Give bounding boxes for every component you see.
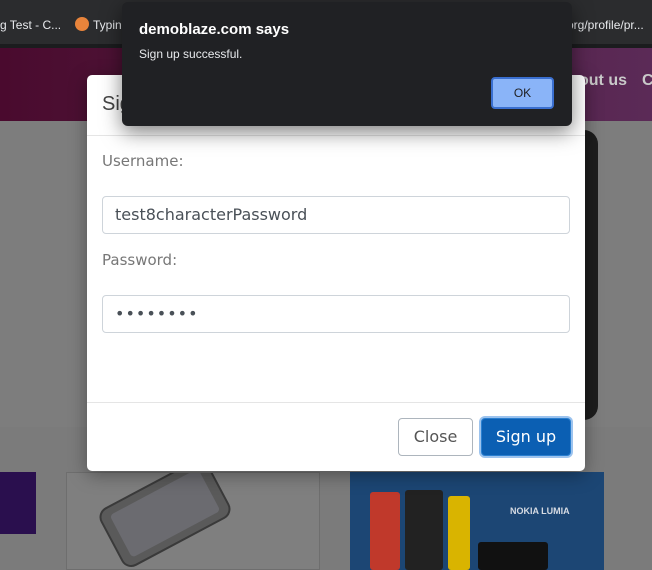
bookmark-item[interactable]: g Test - C... [0, 18, 61, 32]
alert-title: demoblaze.com says [139, 21, 290, 38]
nav-about-link[interactable]: out us [579, 72, 627, 90]
username-label: Username: [102, 152, 184, 170]
alert-dialog: demoblaze.com says Sign up successful. O… [122, 2, 572, 126]
close-button[interactable]: Close [398, 418, 473, 456]
ok-button[interactable]: OK [491, 77, 554, 109]
username-input[interactable]: test8characterPassword [102, 196, 570, 234]
bookmark-item[interactable]: Typin [93, 18, 122, 32]
signup-button[interactable]: Sign up [481, 418, 571, 456]
phone-image [405, 490, 443, 570]
phone-image [448, 496, 470, 570]
phone-image [99, 459, 231, 567]
product-card[interactable] [66, 459, 320, 570]
phone-image [370, 492, 400, 570]
password-input[interactable]: •••••••• [102, 295, 570, 333]
product-card-image [0, 472, 36, 534]
nav-cart-link[interactable]: C [642, 72, 652, 90]
product-card[interactable]: NOKIA LUMIA [350, 472, 604, 570]
bookmark-item[interactable]: org/profile/pr... [567, 18, 644, 32]
divider [87, 135, 585, 136]
alert-message: Sign up successful. [139, 47, 243, 61]
tablet-image [478, 542, 548, 570]
signup-modal: Sig Username: test8characterPassword Pas… [87, 75, 585, 471]
divider [87, 402, 585, 403]
password-label: Password: [102, 251, 178, 269]
bookmark-icon [75, 17, 89, 31]
promo-text: NOKIA LUMIA [510, 506, 570, 516]
